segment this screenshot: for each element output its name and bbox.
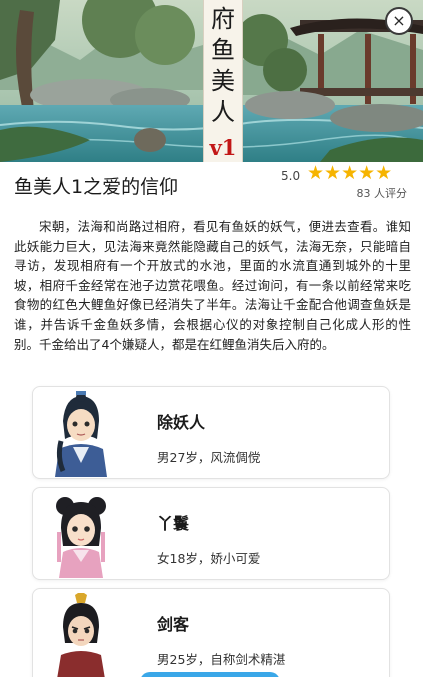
character-desc: 男25岁，自称剑术精湛	[157, 652, 286, 667]
rating-count: 83 人评分	[356, 187, 408, 200]
story-title: 鱼美人1之爱的信仰	[14, 176, 179, 198]
character-name: 剑客	[157, 615, 190, 634]
title-plaque: 府 鱼 美 人 v1	[203, 0, 243, 162]
cover-banner: 府 鱼 美 人 v1 ×	[0, 0, 423, 162]
bottom-action-button[interactable]	[140, 672, 280, 677]
character-avatar	[57, 593, 105, 677]
character-name: 丫鬟	[157, 514, 190, 533]
version-label: v1	[209, 135, 237, 160]
rating-score: 5.0	[281, 169, 301, 183]
plaque-char: 人	[211, 98, 235, 126]
close-button[interactable]: ×	[385, 7, 413, 35]
rating-stars: ★★★★★	[307, 164, 392, 183]
plaque-char: 鱼	[211, 36, 235, 64]
character-card[interactable]: 丫鬟 女18岁，娇小可爱	[32, 487, 390, 580]
character-name: 除妖人	[157, 413, 206, 432]
star-icon: ★★★★★	[307, 162, 393, 184]
character-card[interactable]: 剑客 男25岁，自称剑术精湛	[32, 588, 390, 677]
close-icon[interactable]: ×	[392, 13, 405, 29]
character-avatar	[55, 391, 107, 477]
character-desc: 男27岁，风流倜傥	[157, 450, 261, 465]
plaque-char: 府	[211, 5, 235, 33]
story-description: 宋朝，法海和尚路过相府，看见有鱼妖的妖气，便进去查看。谁知此妖能力巨大，见法海来…	[14, 219, 411, 352]
character-desc: 女18岁，娇小可爱	[157, 551, 261, 566]
plaque-char: 美	[211, 67, 235, 95]
character-card[interactable]: 除妖人 男27岁，风流倜傥	[32, 386, 390, 479]
character-avatar	[56, 497, 106, 578]
